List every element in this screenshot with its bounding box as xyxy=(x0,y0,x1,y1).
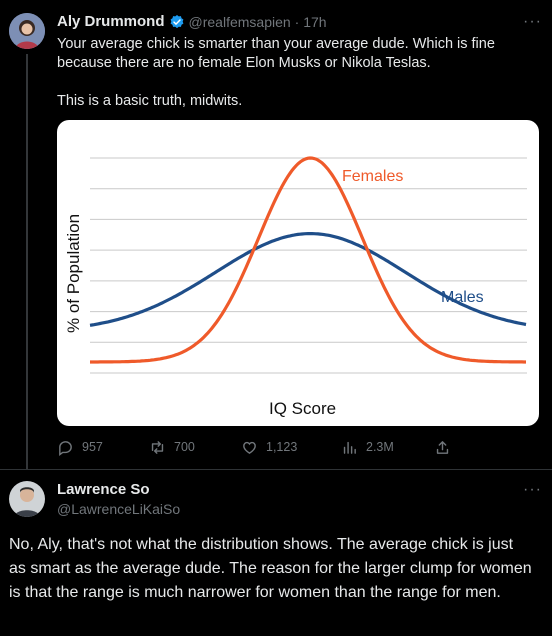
tweet-text: Your average chick is smarter than your … xyxy=(57,35,537,111)
verified-badge-icon xyxy=(170,14,183,28)
views-button[interactable]: 2.3M xyxy=(341,439,394,456)
tweet-text-line: because there are no female Elon Musks o… xyxy=(57,55,431,71)
females-label: Females xyxy=(342,168,403,185)
view-count: 2.3M xyxy=(366,440,394,454)
reply-text-line: is that the range is much narrower for w… xyxy=(9,584,501,601)
reply-icon xyxy=(59,440,72,456)
y-axis-label: % of Population xyxy=(64,214,83,333)
reply-more-options-button[interactable]: ··· xyxy=(523,481,542,499)
thread-line xyxy=(26,54,28,469)
avatar-image xyxy=(9,13,45,49)
like-button[interactable]: 1,123 xyxy=(241,439,297,456)
chart-image[interactable]: Females Males IQ Score % of Population xyxy=(57,120,539,426)
chart-svg: Females Males IQ Score % of Population xyxy=(64,156,527,418)
reply-avatar-image xyxy=(9,481,45,517)
reply-text-line: No, Aly, that's not what the distributio… xyxy=(9,536,514,553)
tweet-text-line: This is a basic truth, midwits. xyxy=(57,93,243,109)
males-label: Males xyxy=(441,289,484,306)
reply-header: Lawrence So @LawrenceLiKaiSo xyxy=(57,481,180,517)
repost-button[interactable]: 700 xyxy=(149,439,195,456)
tweet-actions: 957 700 1,123 2.3M xyxy=(57,439,457,456)
tweet-text-line: Your average chick is smarter than your … xyxy=(57,36,495,52)
reply-text: No, Aly, that's not what the distributio… xyxy=(9,533,549,605)
avatar[interactable] xyxy=(9,13,45,49)
reply-text-line: as smart as the average dude. The reason… xyxy=(9,560,532,577)
share-icon xyxy=(436,440,449,454)
like-count: 1,123 xyxy=(266,440,298,454)
reply-author-name[interactable]: Lawrence So xyxy=(57,481,180,498)
heart-icon xyxy=(243,441,256,454)
share-button[interactable] xyxy=(434,439,451,456)
grid-lines xyxy=(90,157,527,374)
x-axis-label: IQ Score xyxy=(269,399,336,418)
reply-count: 957 xyxy=(82,440,103,454)
repost-icon xyxy=(151,440,164,454)
reply-author-handle[interactable]: @LawrenceLiKaiSo xyxy=(57,501,180,517)
more-options-button[interactable]: ··· xyxy=(523,13,542,31)
reply-avatar[interactable] xyxy=(9,481,45,517)
divider xyxy=(0,469,552,470)
tweet-header: Aly Drummond @realfemsapien · 17h xyxy=(57,13,327,30)
author-handle[interactable]: @realfemsapien xyxy=(189,14,291,30)
reply-button[interactable]: 957 xyxy=(57,439,103,456)
views-chart-icon xyxy=(343,441,356,454)
timestamp[interactable]: · 17h xyxy=(295,14,327,30)
repost-count: 700 xyxy=(174,440,195,454)
author-name[interactable]: Aly Drummond xyxy=(57,13,165,30)
